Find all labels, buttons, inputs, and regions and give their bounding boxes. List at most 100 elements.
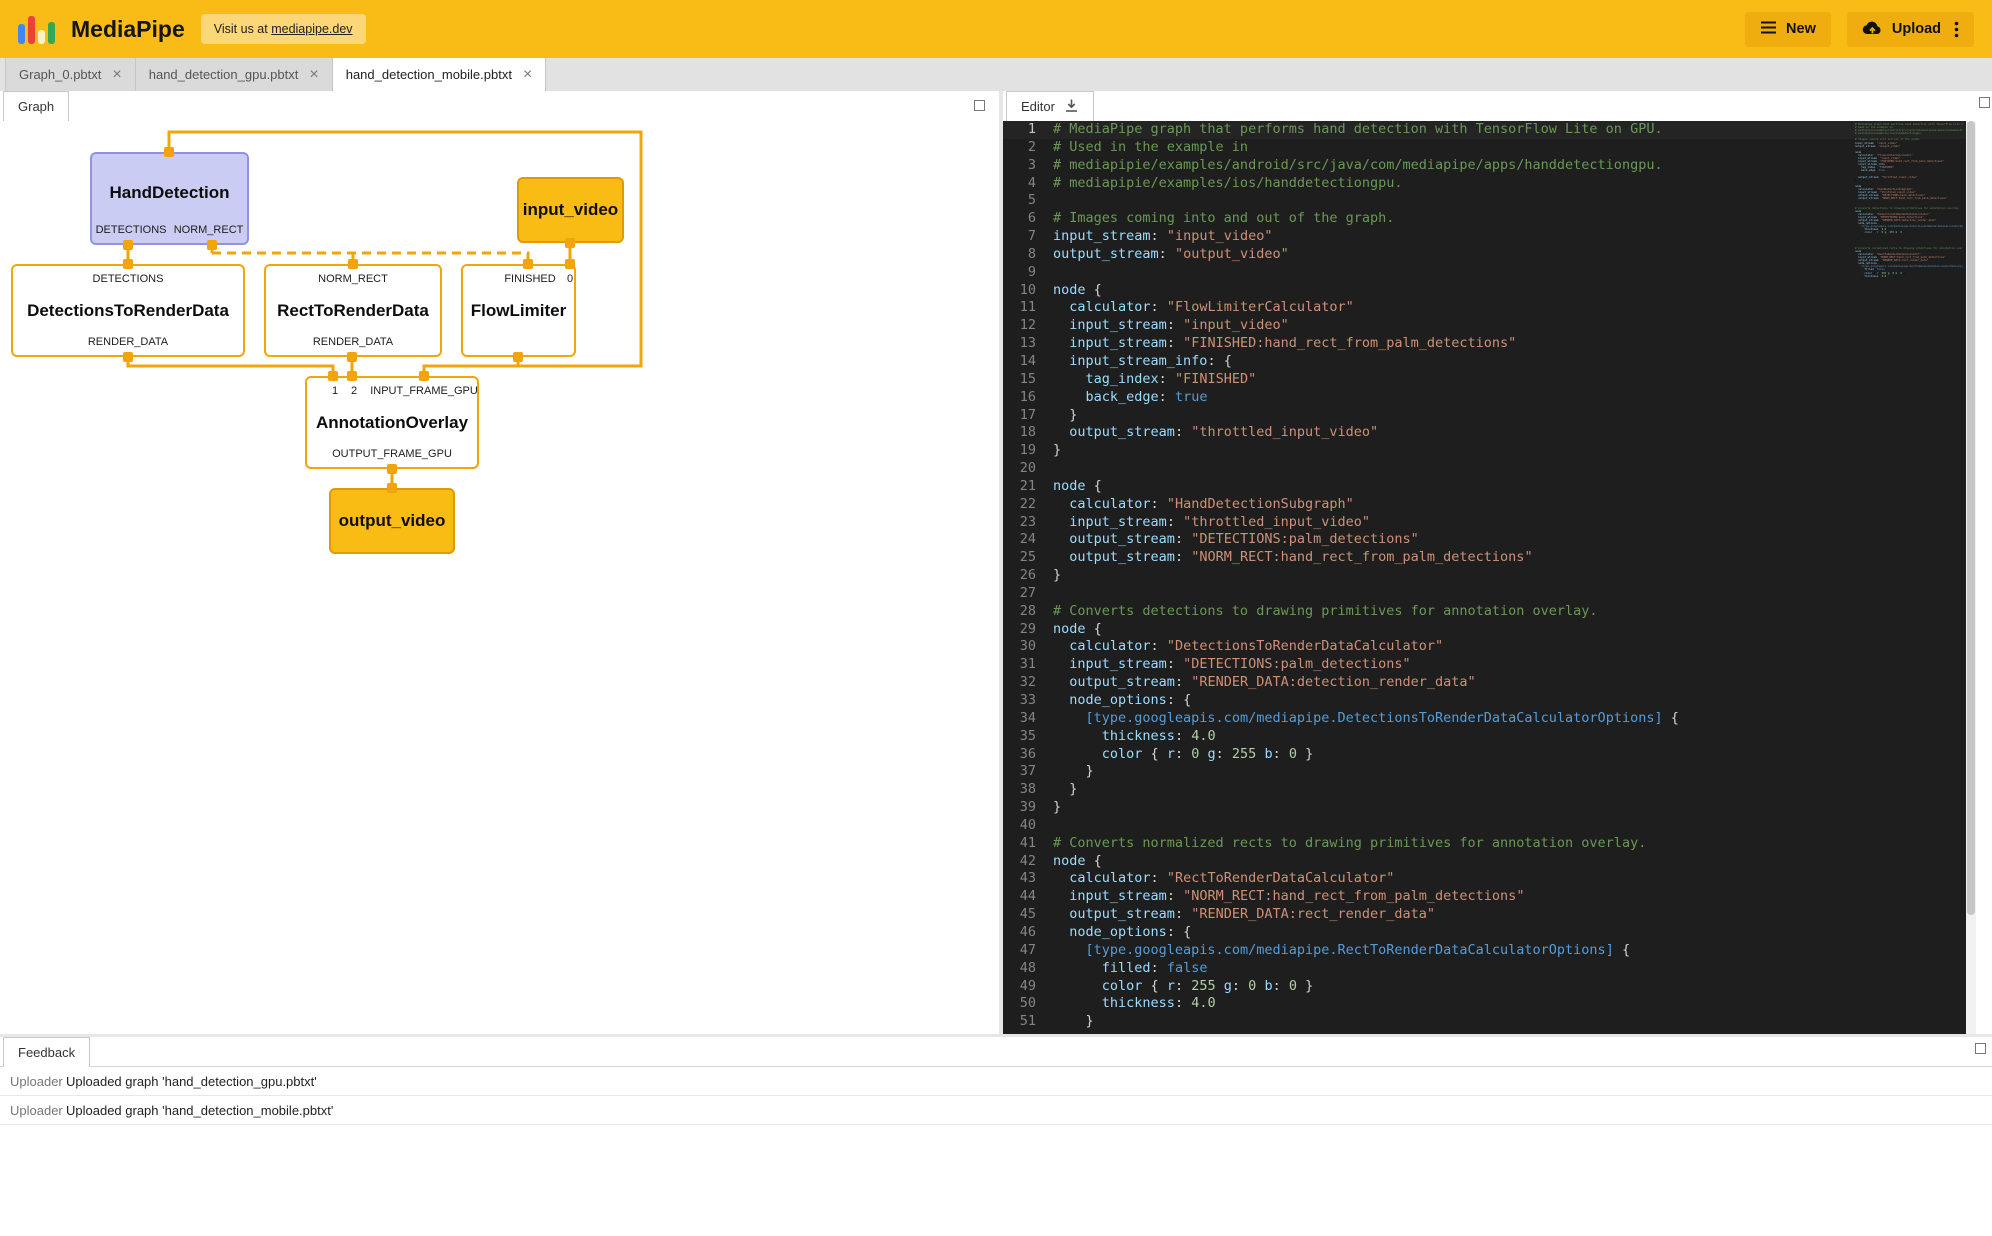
code-line: 24 output_stream: "DETECTIONS:palm_detec… [1003,531,1966,549]
scrollbar-thumb[interactable] [1967,121,1975,915]
code-line: 13 input_stream: "FINISHED:hand_rect_fro… [1003,335,1966,353]
port-label: OUTPUT_FRAME_GPU [307,448,477,460]
node-title: output_video [331,511,453,531]
expand-graph-panel-icon[interactable] [974,100,985,111]
port-label: 1 [332,385,338,397]
port-marker [565,238,575,248]
code-line: 25 output_stream: "NORM_RECT:hand_rect_f… [1003,549,1966,567]
port-label: RENDER_DATA [13,336,243,348]
port-marker [523,259,533,269]
port-label: 0 [567,273,573,285]
node-title: AnnotationOverlay [307,413,477,433]
editor-scrollbar[interactable] [1966,121,1976,1034]
graph-node-handdetection[interactable]: HandDetection DETECTIONS NORM_RECT [90,152,249,245]
code-line: 8output_stream: "output_video" [1003,246,1966,264]
port-label: NORM_RECT [174,224,244,236]
code-line: 6# Images coming into and out of the gra… [1003,210,1966,228]
code-line: 50 thickness: 4.0 [1003,995,1966,1013]
port-marker [123,259,133,269]
graph-node-output-video[interactable]: output_video [329,488,455,554]
code-line: 23 input_stream: "throttled_input_video" [1003,514,1966,532]
code-line: 12 input_stream: "input_video" [1003,317,1966,335]
port-label: DETECTIONS [96,224,167,236]
feedback-panel-header: Feedback [0,1037,1992,1067]
file-tab-label: Graph_0.pbtxt [19,67,101,82]
code-line: 14 input_stream_info: { [1003,353,1966,371]
code-line: 5 [1003,192,1966,210]
code-line: 32 output_stream: "RENDER_DATA:detection… [1003,674,1966,692]
code-line: 20 [1003,460,1966,478]
editor-panel-header: Editor [1003,91,1976,121]
port-label: FINISHED [504,273,555,285]
port-label: NORM_RECT [266,273,440,285]
upload-button-label: Upload [1892,21,1941,37]
file-tab[interactable]: hand_detection_gpu.pbtxt× [136,58,333,91]
graph-node-annotationoverlay[interactable]: 1 2 INPUT_FRAME_GPU AnnotationOverlay OU… [305,376,479,469]
close-tab-icon[interactable]: × [112,67,121,83]
cloud-upload-icon [1862,20,1883,39]
new-button-label: New [1786,21,1816,37]
code-line: 42node { [1003,853,1966,871]
node-title: FlowLimiter [463,301,574,321]
graph-edges [0,121,999,1034]
code-line: 7input_stream: "input_video" [1003,228,1966,246]
code-line: 17 } [1003,407,1966,425]
editor-panel: Editor 1# MediaPipe graph that performs … [1003,91,1976,1034]
mediapipe-visualizer: MediaPipe Visit us at mediapipe.dev New … [0,0,1992,1236]
code-line: 43 calculator: "RectToRenderDataCalculat… [1003,870,1966,888]
code-line: 48 filled: false [1003,960,1966,978]
close-tab-icon[interactable]: × [309,67,318,83]
code-line: 9 [1003,264,1966,282]
download-icon[interactable] [1064,98,1079,116]
close-tab-icon[interactable]: × [523,67,532,83]
tab-graph[interactable]: Graph [3,91,69,121]
file-tab-label: hand_detection_mobile.pbtxt [346,67,512,82]
graph-node-detectionstorenderdata[interactable]: DETECTIONS DetectionsToRenderData RENDER… [11,264,245,357]
file-tab[interactable]: Graph_0.pbtxt × [5,58,136,91]
feedback-message: Uploaded graph 'hand_detection_mobile.pb… [66,1103,333,1118]
graph-node-input-video[interactable]: input_video [517,177,624,243]
graph-canvas[interactable]: HandDetection DETECTIONS NORM_RECT input… [0,121,999,1034]
graph-panel-header: Graph [0,91,999,121]
code-line: 46 node_options: { [1003,924,1966,942]
more-options-icon[interactable] [1954,21,1959,38]
mediapipe-logo-icon [18,14,55,44]
code-line: 22 calculator: "HandDetectionSubgraph" [1003,496,1966,514]
expand-feedback-panel-icon[interactable] [1975,1043,1986,1054]
node-title: DetectionsToRenderData [13,301,243,321]
code-line: 11 calculator: "FlowLimiterCalculator" [1003,299,1966,317]
code-line: 26} [1003,567,1966,585]
expand-editor-panel-icon[interactable] [1979,97,1990,108]
code-editor[interactable]: 1# MediaPipe graph that performs hand de… [1003,121,1976,1034]
visit-chip: Visit us at mediapipe.dev [201,14,366,44]
node-title: HandDetection [92,183,247,203]
file-tabs: Graph_0.pbtxt×hand_detection_gpu.pbtxt×h… [0,58,1992,91]
port-label: INPUT_FRAME_GPU [370,385,478,397]
feedback-source: Uploader [0,1074,66,1089]
file-tab[interactable]: hand_detection_mobile.pbtxt × [333,58,547,91]
code-line: 36 color { r: 0 g: 255 b: 0 } [1003,746,1966,764]
hamburger-icon [1760,21,1777,38]
code-line: 27 [1003,585,1966,603]
node-title: RectToRenderData [266,301,440,321]
graph-node-flowlimiter[interactable]: FINISHED 0 FlowLimiter [461,264,576,357]
tab-feedback[interactable]: Feedback [3,1037,90,1067]
feedback-message: Uploaded graph 'hand_detection_gpu.pbtxt… [66,1074,317,1089]
port-marker [419,371,429,381]
code-line: 10node { [1003,282,1966,300]
port-label: DETECTIONS [13,273,243,285]
code-line: 4# mediapipie/examples/ios/handdetection… [1003,175,1966,193]
code-line: 31 input_stream: "DETECTIONS:palm_detect… [1003,656,1966,674]
code-line: 34 [type.googleapis.com/mediapipe.Detect… [1003,710,1966,728]
mediapipe-dev-link[interactable]: mediapipe.dev [271,22,352,36]
new-button[interactable]: New [1745,12,1831,47]
port-marker [387,464,397,474]
feedback-tab-label: Feedback [18,1045,75,1060]
feedback-rows: UploaderUploaded graph 'hand_detection_g… [0,1067,1992,1125]
graph-node-recttorenderdata[interactable]: NORM_RECT RectToRenderData RENDER_DATA [264,264,442,357]
upload-button[interactable]: Upload [1847,12,1974,47]
node-title: input_video [519,200,622,220]
tab-editor[interactable]: Editor [1006,91,1094,121]
port-marker [387,483,397,493]
code-line: 33 node_options: { [1003,692,1966,710]
